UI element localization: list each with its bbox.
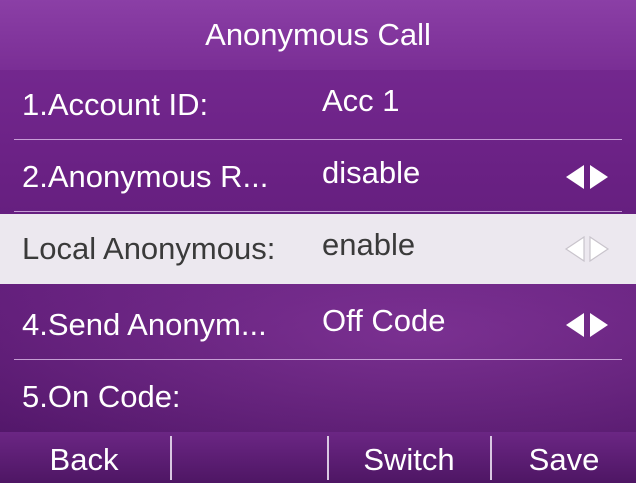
row-divider	[14, 211, 622, 212]
switch-button[interactable]: Switch	[329, 432, 489, 483]
list-item-anonymous-reject[interactable]: 2.Anonymous R... disable	[14, 142, 636, 212]
save-button[interactable]: Save	[492, 432, 636, 483]
row-value: disable	[322, 155, 421, 190]
empty-softkey[interactable]	[172, 432, 326, 483]
row-value: Acc 1	[322, 83, 400, 118]
row-label: Local Anonymous:	[22, 231, 276, 266]
list-item-account-id[interactable]: 1.Account ID: Acc 1	[14, 70, 636, 140]
row-value: Off Code	[322, 303, 446, 338]
row-divider	[14, 139, 622, 140]
row-label: 2.Anonymous R...	[22, 159, 269, 194]
row-label: 1.Account ID:	[22, 87, 209, 122]
row-label: 5.On Code:	[22, 379, 181, 414]
row-value: enable	[322, 227, 416, 262]
list-item-send-anonymous[interactable]: 4.Send Anonym... Off Code	[14, 290, 636, 360]
left-right-arrows-icon[interactable]	[564, 235, 610, 263]
softkey-bar: Back Switch Save	[0, 432, 636, 483]
list-item-on-code[interactable]: 5.On Code:	[14, 362, 636, 432]
left-right-arrows-icon[interactable]	[564, 311, 610, 339]
phone-screen: Anonymous Call 1.Account ID: Acc 1 2.Ano…	[0, 0, 636, 483]
back-button[interactable]: Back	[0, 432, 168, 483]
row-label: 4.Send Anonym...	[22, 307, 267, 342]
row-divider	[14, 359, 622, 360]
page-title: Anonymous Call	[0, 0, 636, 70]
left-right-arrows-icon[interactable]	[564, 163, 610, 191]
list-item-local-anonymous[interactable]: Local Anonymous: enable	[0, 214, 636, 284]
